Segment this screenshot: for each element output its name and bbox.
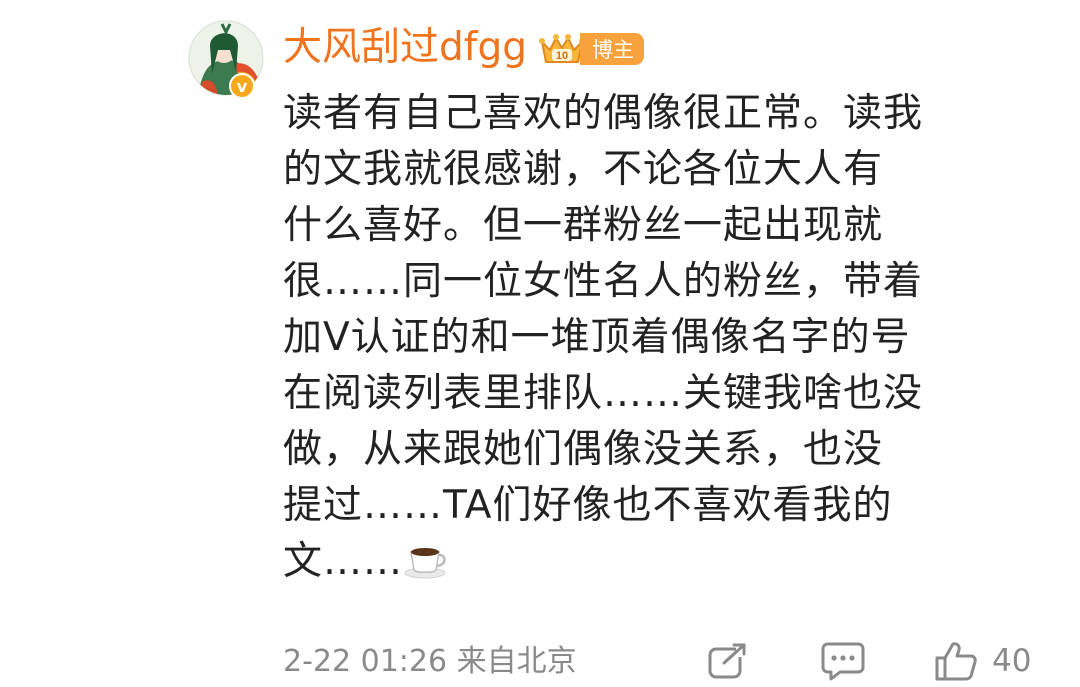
username[interactable]: 大风刮过dfgg: [283, 22, 527, 74]
comment-line: 读者有自己喜欢的偶像很正常。读我: [283, 91, 924, 136]
comment-line: 做，从来跟她们偶像没关系，也没: [283, 427, 884, 472]
comment-line: 什么喜好。但一群粉丝一起出现就: [283, 203, 884, 248]
blogger-badge[interactable]: 10 博主: [538, 32, 644, 66]
timestamp: 2-22 01:26: [283, 644, 448, 679]
svg-text:10: 10: [556, 50, 568, 62]
comment-line-last: 文……: [283, 534, 1013, 590]
comment-line: 的文我就很感谢，不论各位大人有: [283, 147, 884, 192]
comment-line: 在阅读列表里排队……关键我啥也没: [283, 371, 924, 416]
comment-line: 很……同一位女性名人的粉丝，带着: [283, 259, 924, 304]
comment-line: 提过……TA们好像也不喜欢看我的: [283, 483, 893, 528]
comment-text: 读者有自己喜欢的偶像很正常。读我 的文我就很感谢，不论各位大人有 什么喜好。但一…: [283, 86, 1013, 590]
comment-button[interactable]: [820, 636, 866, 686]
location: 来自北京: [456, 644, 577, 679]
comment-meta: 2-22 01:26 来自北京: [283, 640, 577, 684]
share-icon: [708, 643, 746, 679]
like-button[interactable]: 40: [934, 636, 1031, 686]
comment-icon: [821, 642, 865, 681]
thumbs-up-icon: [935, 642, 977, 681]
coffee-cup-icon: [404, 548, 446, 579]
crown-10-icon: 10: [539, 34, 585, 63]
like-count: 40: [992, 643, 1032, 679]
share-button[interactable]: [706, 636, 750, 686]
verified-badge-icon: v: [229, 73, 255, 99]
badge-label: 博主: [580, 33, 644, 65]
comment-line-text: 文……: [283, 539, 404, 584]
comment-line: 加V认证的和一堆顶着偶像名字的号: [283, 315, 911, 360]
